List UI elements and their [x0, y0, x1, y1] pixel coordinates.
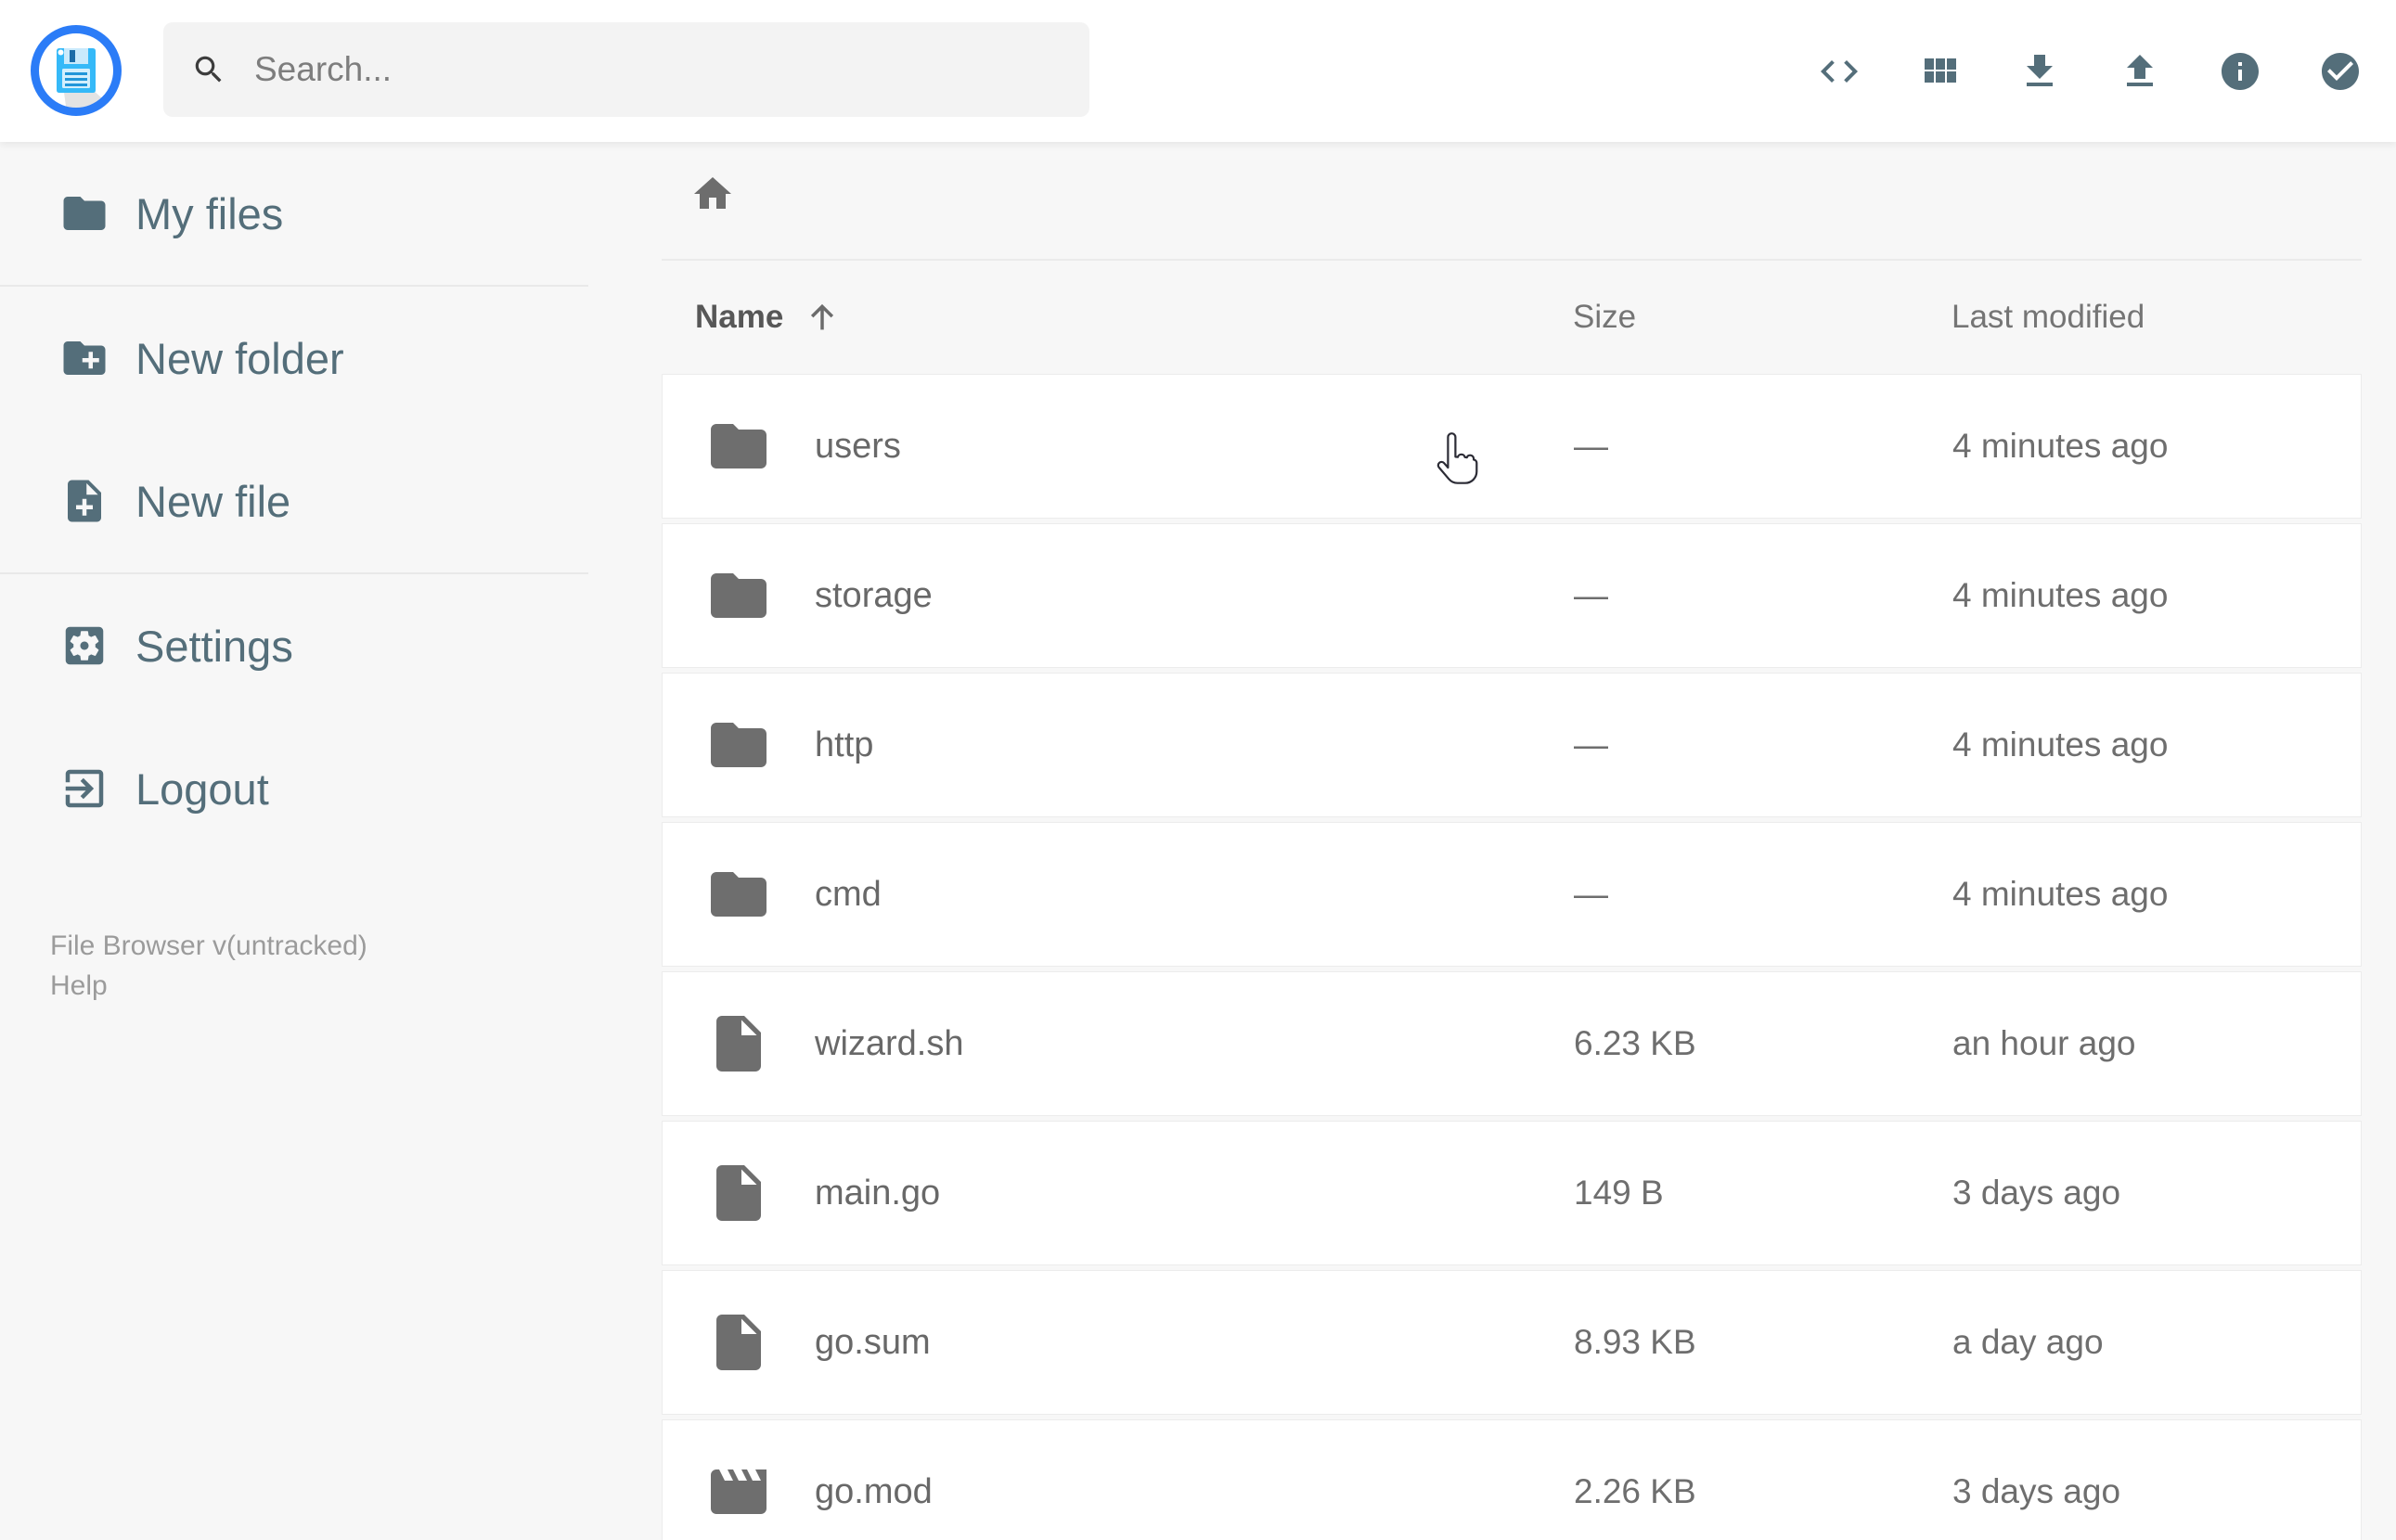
file-name: go.sum [815, 1322, 931, 1362]
file-modified: 4 minutes ago [1952, 576, 2169, 614]
file-name-cell: main.go [705, 1160, 1574, 1226]
file-row[interactable]: go.mod 2.26 KB 3 days ago [662, 1419, 2362, 1540]
file-icon [705, 1160, 772, 1226]
file-row[interactable]: main.go 149 B 3 days ago [662, 1121, 2362, 1265]
file-name: storage [815, 575, 933, 615]
file-row[interactable]: wizard.sh 6.23 KB an hour ago [662, 971, 2362, 1116]
search-icon [191, 52, 226, 87]
file-name: http [815, 725, 874, 764]
sort-by-name-header[interactable]: Name [695, 299, 1573, 336]
file-row[interactable]: storage — 4 minutes ago [662, 523, 2362, 668]
file-row[interactable]: http — 4 minutes ago [662, 673, 2362, 817]
upload-button[interactable] [2118, 49, 2162, 94]
file-name: cmd [815, 874, 882, 914]
file-modified: a day ago [1952, 1323, 2104, 1361]
info-button[interactable] [2218, 49, 2262, 94]
file-modified: 4 minutes ago [1952, 427, 2169, 465]
file-size: — [1574, 427, 1608, 465]
file-modified: 4 minutes ago [1952, 875, 2169, 913]
code-icon [1817, 49, 1861, 94]
breadcrumb-home-button[interactable] [690, 172, 735, 219]
name-column-label: Name [695, 299, 784, 335]
sidebar-item-label: My files [135, 188, 284, 238]
search-input[interactable] [254, 50, 1062, 89]
sort-by-modified-header[interactable]: Last modified [1952, 299, 2362, 336]
file-icon [705, 1309, 772, 1376]
file-name-cell: go.sum [705, 1309, 1574, 1376]
check-circle-icon [2318, 49, 2363, 94]
folder-icon [705, 861, 772, 928]
sidebar-item-my-files[interactable]: My files [0, 142, 588, 285]
switch-view-button[interactable] [1917, 49, 1962, 94]
sidebar-item-settings[interactable]: Settings [0, 574, 588, 717]
file-modified: 4 minutes ago [1952, 725, 2169, 764]
help-link[interactable]: Help [50, 966, 367, 1006]
select-multiple-button[interactable] [2318, 49, 2363, 94]
file-size: 8.93 KB [1574, 1323, 1696, 1361]
file-row[interactable]: go.sum 8.93 KB a day ago [662, 1270, 2362, 1415]
file-name-cell: go.mod [705, 1458, 1574, 1525]
sidebar-item-label: New file [135, 476, 291, 526]
sidebar-item-label: Settings [135, 621, 293, 671]
file-size: 2.26 KB [1574, 1472, 1696, 1510]
file-size: 149 B [1574, 1174, 1664, 1212]
file-name: go.mod [815, 1471, 933, 1511]
home-icon [690, 172, 735, 216]
file-icon [705, 1010, 772, 1077]
folder-icon [705, 562, 772, 629]
file-name-cell: storage [705, 562, 1574, 629]
file-modified: 3 days ago [1952, 1472, 2121, 1510]
download-button[interactable] [2017, 49, 2062, 94]
file-name: main.go [815, 1173, 941, 1213]
sidebar-item-new-folder[interactable]: New folder [0, 287, 588, 430]
floppy-disk-logo-icon [31, 25, 122, 116]
search-bar[interactable] [163, 22, 1089, 117]
download-icon [2017, 49, 2062, 94]
shell-button[interactable] [1817, 49, 1861, 94]
file-size: — [1574, 725, 1608, 764]
movie-icon [705, 1458, 772, 1525]
sidebar-item-label: Logout [135, 764, 269, 814]
file-listing-area: Name Size Last modified users — 4 minute… [588, 142, 2396, 1540]
file-name: users [815, 426, 901, 466]
folder-icon [705, 413, 772, 480]
sidebar: My files New folder New file Settings Lo… [0, 142, 588, 1540]
info-icon [2218, 49, 2262, 94]
file-name-cell: wizard.sh [705, 1010, 1574, 1077]
logout-icon [59, 764, 109, 814]
file-name: wizard.sh [815, 1023, 964, 1063]
sidebar-footer: File Browser v(untracked) Help [50, 926, 367, 1006]
grid-icon [1917, 49, 1962, 94]
file-name-cell: cmd [705, 861, 1574, 928]
file-list: users — 4 minutes ago storage — 4 minute… [662, 374, 2362, 1540]
sidebar-item-logout[interactable]: Logout [0, 717, 588, 860]
file-size: 6.23 KB [1574, 1024, 1696, 1062]
upload-icon [2118, 49, 2162, 94]
folder-icon [705, 712, 772, 778]
file-name-cell: users [705, 413, 1574, 480]
folder-icon [59, 188, 109, 238]
list-header: Name Size Last modified [662, 261, 2362, 374]
new-folder-icon [59, 333, 109, 383]
file-modified: an hour ago [1952, 1024, 2136, 1062]
topbar [0, 0, 2396, 142]
file-name-cell: http [705, 712, 1574, 778]
sort-ascending-arrow-icon [811, 303, 834, 330]
file-size: — [1574, 576, 1608, 614]
file-row[interactable]: cmd — 4 minutes ago [662, 822, 2362, 967]
breadcrumb [588, 142, 2396, 259]
filebrowser-app: My files New folder New file Settings Lo… [0, 0, 2396, 1540]
version-link[interactable]: File Browser v(untracked) [50, 926, 367, 966]
sidebar-item-label: New folder [135, 333, 344, 383]
settings-icon [59, 621, 109, 671]
sort-by-size-header[interactable]: Size [1573, 299, 1952, 336]
topbar-actions [1817, 0, 2363, 142]
app-logo [30, 24, 122, 117]
file-size: — [1574, 875, 1608, 913]
sidebar-item-new-file[interactable]: New file [0, 430, 588, 572]
new-file-icon [59, 476, 109, 526]
file-row[interactable]: users — 4 minutes ago [662, 374, 2362, 519]
file-modified: 3 days ago [1952, 1174, 2121, 1212]
